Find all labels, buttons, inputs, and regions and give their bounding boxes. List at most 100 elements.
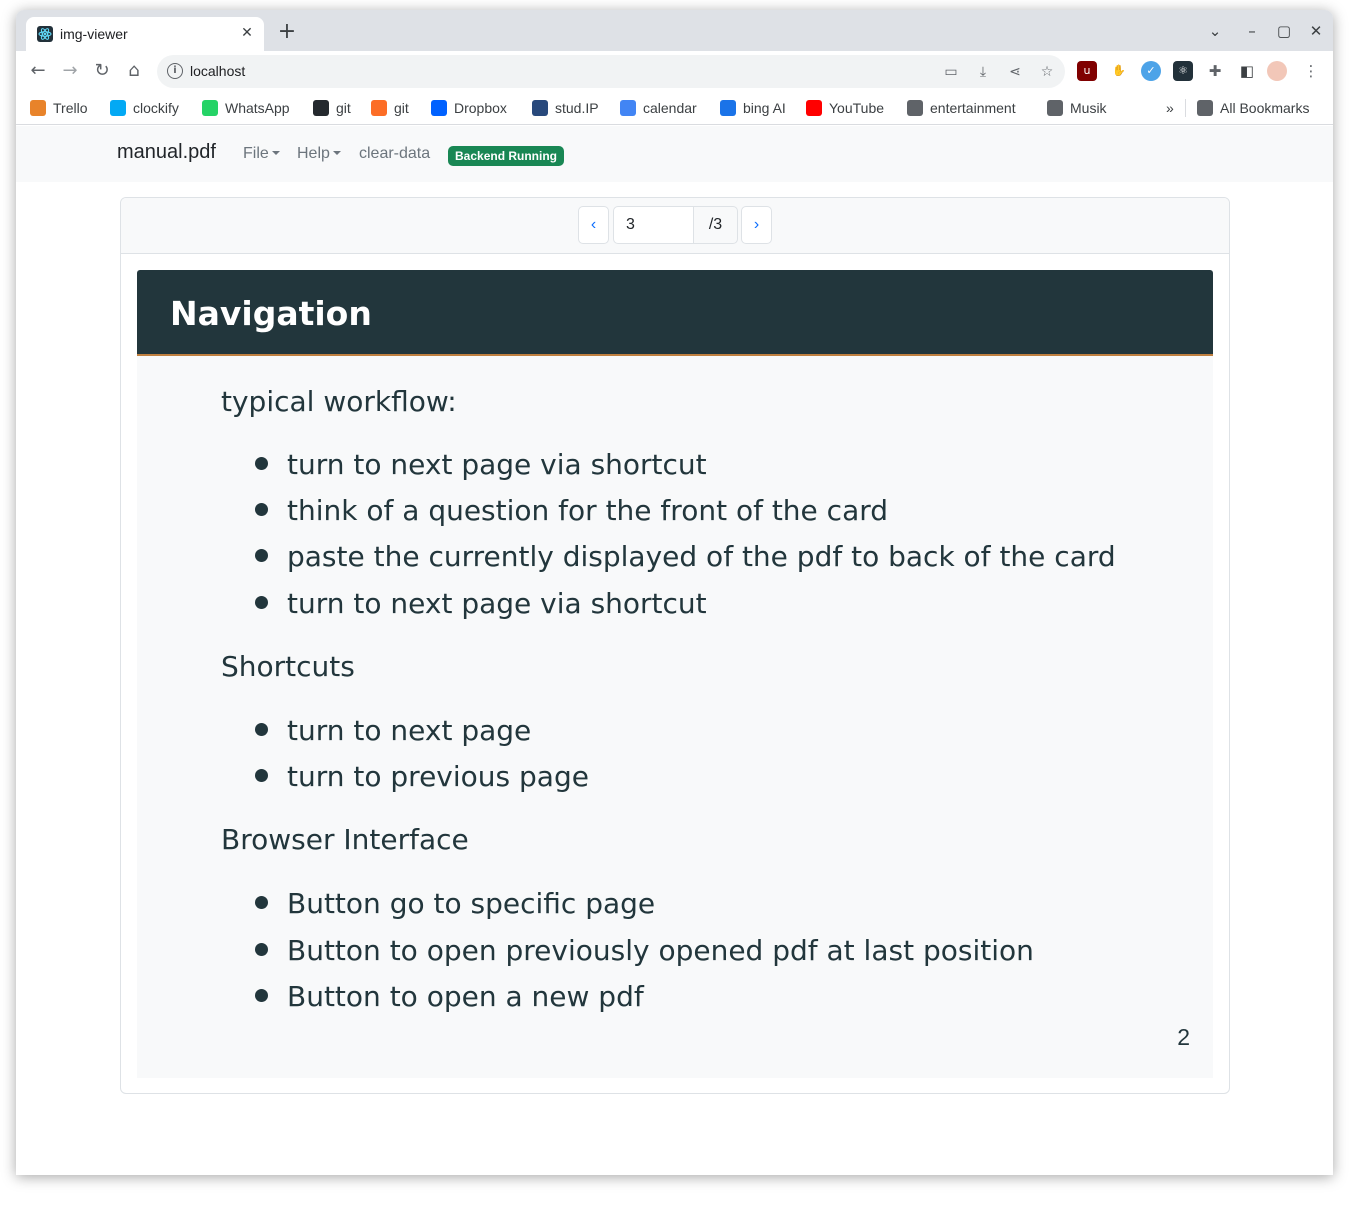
maximize-icon[interactable]: ▢ xyxy=(1274,22,1294,40)
share-icon[interactable]: ⋖ xyxy=(1006,63,1024,81)
list-item-text: Button to open a new pdf xyxy=(287,980,644,1013)
react-devtools-icon[interactable]: ⚛ xyxy=(1173,61,1193,81)
bookmark-gitlab-4[interactable]: git xyxy=(371,99,409,117)
list-item: turn to previous page xyxy=(255,760,589,793)
close-window-icon[interactable]: ✕ xyxy=(1306,22,1326,40)
bookmark-calendar-7[interactable]: calendar xyxy=(620,99,697,117)
caret-down-icon xyxy=(332,151,341,155)
list-item-text: turn to previous page xyxy=(287,760,589,793)
tab-search-icon[interactable]: ⌄ xyxy=(1205,22,1225,40)
divider xyxy=(1185,99,1186,117)
section-heading: Browser Interface xyxy=(221,823,469,856)
bookmark-clockify-1[interactable]: clockify xyxy=(110,99,179,117)
bookmark-github-3[interactable]: git xyxy=(313,99,351,117)
folder-icon xyxy=(1197,100,1213,116)
list-item-text: turn to next page via shortcut xyxy=(287,587,707,620)
url-text: localhost xyxy=(190,63,246,79)
section-heading: typical workflow: xyxy=(221,385,457,418)
file-menu-label: File xyxy=(243,145,269,162)
help-menu[interactable]: Help xyxy=(297,145,341,163)
bullet-icon xyxy=(255,943,268,956)
search-icon xyxy=(720,100,736,116)
menu-dots-icon[interactable]: ⋮ xyxy=(1301,61,1321,81)
folder-icon xyxy=(1047,100,1063,116)
card-header: ‹ /3 › xyxy=(121,198,1229,254)
help-menu-label: Help xyxy=(297,145,330,162)
list-item: Button to open previously opened pdf at … xyxy=(255,934,1034,967)
bookmark-whatsapp-2[interactable]: WhatsApp xyxy=(202,99,290,117)
bookmark-label: bing AI xyxy=(743,100,786,116)
list-item: turn to next page xyxy=(255,714,531,747)
slide-title: Navigation xyxy=(170,294,372,333)
next-page-button[interactable]: › xyxy=(741,206,772,244)
bookmark-label: Dropbox xyxy=(454,100,507,116)
list-item-text: Button to open previously opened pdf at … xyxy=(287,934,1034,967)
clear-data-link[interactable]: clear-data xyxy=(359,145,430,163)
back-icon[interactable]: ← xyxy=(27,60,49,82)
list-item-text: think of a question for the front of the… xyxy=(287,494,889,527)
side-panel-icon[interactable]: ◧ xyxy=(1237,61,1257,81)
list-item-text: paste the currently displayed of the pdf… xyxy=(287,540,1116,573)
page-number-input[interactable] xyxy=(613,206,694,244)
bullet-icon xyxy=(255,769,268,782)
bookmark-label: entertainment xyxy=(930,100,1016,116)
all-bookmarks-button[interactable]: All Bookmarks xyxy=(1197,99,1309,117)
address-bar[interactable]: i localhost ▭ ⤓ ⋖ ☆ xyxy=(157,55,1065,88)
ublock-icon[interactable]: u xyxy=(1077,61,1097,81)
calendar-icon xyxy=(620,100,636,116)
status-badge: Backend Running xyxy=(448,146,565,166)
section-heading: Shortcuts xyxy=(221,650,355,683)
bookmark-folder-11[interactable]: Musik xyxy=(1047,99,1107,117)
bookmark-folder-10[interactable]: entertainment xyxy=(907,99,1016,117)
site-info-icon[interactable]: i xyxy=(167,63,183,79)
list-item-text: turn to next page via shortcut xyxy=(287,448,707,481)
new-tab-button[interactable]: + xyxy=(276,21,298,44)
bookmark-label: Trello xyxy=(53,100,88,116)
extensions-puzzle-icon[interactable]: ✚ xyxy=(1205,61,1225,81)
bookmark-youtube-9[interactable]: YouTube xyxy=(806,99,884,117)
bookmark-search-8[interactable]: bing AI xyxy=(720,99,786,117)
bookmark-studip-6[interactable]: stud.IP xyxy=(532,99,599,117)
bookmark-trello-0[interactable]: Trello xyxy=(30,99,88,117)
reload-icon[interactable]: ↻ xyxy=(91,60,113,82)
bullet-icon xyxy=(255,896,268,909)
bookmark-label: git xyxy=(394,100,409,116)
extension-hand-icon[interactable]: ✋ xyxy=(1109,61,1129,81)
studip-icon xyxy=(532,100,548,116)
list-item: paste the currently displayed of the pdf… xyxy=(255,540,1116,573)
prev-page-button[interactable]: ‹ xyxy=(578,206,609,244)
bookmark-dropbox-5[interactable]: Dropbox xyxy=(431,99,507,117)
gitlab-icon xyxy=(371,100,387,116)
list-item: think of a question for the front of the… xyxy=(255,494,888,527)
bookmark-label: git xyxy=(336,100,351,116)
all-bookmarks-label: All Bookmarks xyxy=(1220,100,1310,116)
react-icon xyxy=(37,26,53,42)
browser-toolbar: ← → ↻ ⌂ i localhost ▭ ⤓ ⋖ ☆ u ✋ ✓ ⚛ ✚ ◧ … xyxy=(16,51,1333,91)
browser-window: img-viewer ✕ + ⌄ – ▢ ✕ ← → ↻ ⌂ i localho… xyxy=(16,10,1333,1175)
bookmark-label: WhatsApp xyxy=(225,100,290,116)
profile-avatar[interactable] xyxy=(1267,61,1287,81)
home-icon[interactable]: ⌂ xyxy=(123,60,145,82)
slide-title-bar: Navigation xyxy=(137,270,1213,356)
bookmarks-overflow-button[interactable]: » xyxy=(1166,99,1174,117)
minimize-icon[interactable]: – xyxy=(1242,22,1262,40)
extension-check-icon[interactable]: ✓ xyxy=(1141,61,1161,81)
close-tab-icon[interactable]: ✕ xyxy=(238,24,256,42)
app-navbar: manual.pdf File Help clear-data Backend … xyxy=(16,126,1333,182)
list-item: turn to next page via shortcut xyxy=(255,448,707,481)
bullet-icon xyxy=(255,549,268,562)
bookmarks-bar: Trello clockify WhatsApp git git Dropbox stud.… xyxy=(16,91,1333,125)
list-item-text: Button go to specific page xyxy=(287,887,656,920)
clipboard-icon[interactable]: ▭ xyxy=(942,63,960,81)
brand-title[interactable]: manual.pdf xyxy=(117,141,216,164)
tab-img-viewer[interactable]: img-viewer ✕ xyxy=(26,17,264,51)
forward-icon[interactable]: → xyxy=(59,60,81,82)
install-app-icon[interactable]: ⤓ xyxy=(974,63,992,81)
tab-title: img-viewer xyxy=(60,26,128,42)
folder-icon xyxy=(907,100,923,116)
bookmark-star-icon[interactable]: ☆ xyxy=(1038,63,1056,81)
bookmark-label: stud.IP xyxy=(555,100,599,116)
list-item: Button go to specific page xyxy=(255,887,655,920)
list-item: Button to open a new pdf xyxy=(255,980,644,1013)
file-menu[interactable]: File xyxy=(243,145,280,163)
